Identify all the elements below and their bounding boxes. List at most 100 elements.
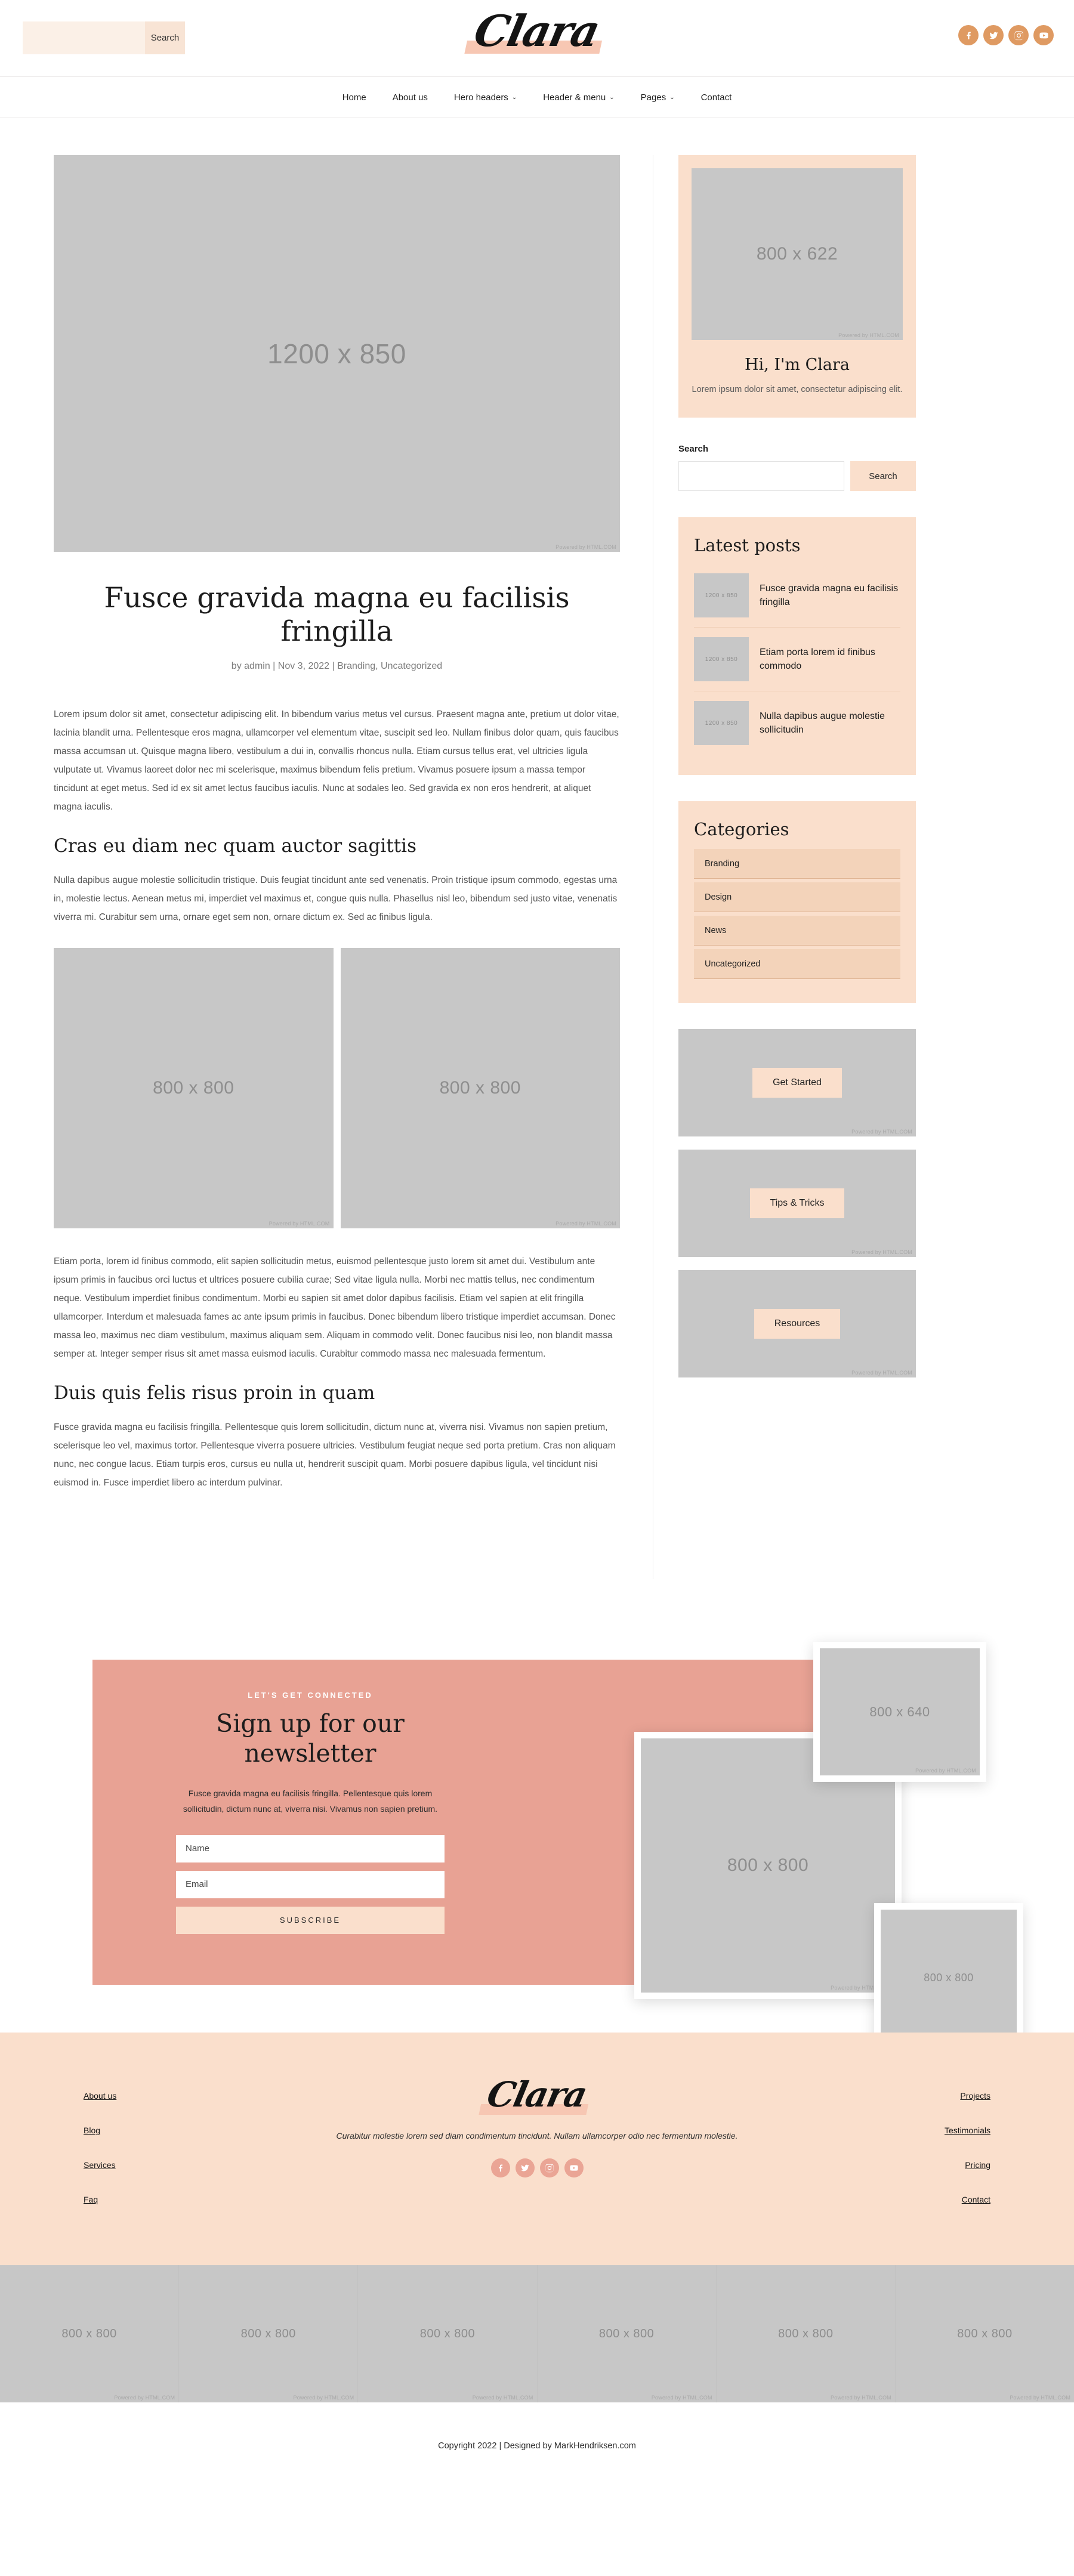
post-paragraph: Nulla dapibus augue molestie sollicitudi…: [54, 875, 618, 923]
latest-posts-heading: Latest posts: [694, 535, 801, 556]
about-me-title: Hi, I'm Clara: [744, 356, 850, 374]
image-powered-label: Powered by HTML.COM: [472, 2395, 533, 2401]
newsletter-image-top: 800 x 640 Powered by HTML.COM: [813, 1642, 986, 1783]
footer-link-projects[interactable]: Projects: [841, 2091, 990, 2101]
image-placeholder-label: 800 x 800: [727, 1855, 809, 1876]
nav-item-pages[interactable]: Pages ⌄: [641, 92, 675, 103]
sidebar-search-button[interactable]: Search: [850, 461, 916, 492]
sidebar: 800 x 622 Powered by HTML.COM Hi, I'm Cl…: [653, 155, 916, 1391]
newsletter-email-input[interactable]: [176, 1870, 445, 1898]
top-search-button[interactable]: Search: [145, 21, 185, 54]
widget-about-me: 800 x 622 Powered by HTML.COM Hi, I'm Cl…: [678, 155, 916, 418]
newsletter-name-input[interactable]: [176, 1834, 445, 1862]
gallery-image: 800 x 800 Powered by HTML.COM: [0, 2265, 180, 2403]
nav-label: Pages: [640, 92, 666, 103]
about-me-text: Lorem ipsum dolor sit amet, consectetur …: [692, 385, 903, 394]
widget-cta-get-started: Get Started Powered by HTML.COM: [678, 1029, 916, 1137]
twitter-icon[interactable]: [983, 25, 1004, 45]
cta-banner-image: Get Started Powered by HTML.COM: [678, 1029, 916, 1137]
list-item[interactable]: 1200 x 850 Fusce gravida magna eu facili…: [694, 564, 900, 628]
footer-links-right: Projects Testimonials Pricing Contact: [841, 2072, 1020, 2229]
footer-link-contact[interactable]: Contact: [841, 2195, 990, 2204]
newsletter-image-bottom: 800 x 800 Powered by HTML.COM: [874, 1903, 1023, 2053]
post-body: Lorem ipsum dolor sit amet, consectetur …: [54, 705, 620, 1493]
image-placeholder-label: 800 x 800: [61, 2327, 117, 2340]
image-placeholder-label: 800 x 800: [778, 2327, 834, 2340]
chevron-down-icon: ⌄: [511, 94, 517, 101]
footer-gallery: 800 x 800 Powered by HTML.COM 800 x 800 …: [0, 2265, 1074, 2403]
top-search-form: Search: [23, 21, 185, 54]
post-paragraph: Lorem ipsum dolor sit amet, consectetur …: [54, 709, 619, 812]
twitter-icon[interactable]: [515, 2158, 535, 2177]
youtube-icon[interactable]: [564, 2158, 584, 2177]
cta-banner-image: Tips & Tricks Powered by HTML.COM: [678, 1150, 916, 1258]
facebook-icon[interactable]: [958, 25, 979, 45]
post-subheading: Cras eu diam nec quam auctor sagittis: [54, 835, 416, 857]
nav-label: Contact: [700, 92, 732, 103]
widget-latest-posts: Latest posts 1200 x 850 Fusce gravida ma…: [678, 517, 916, 776]
list-item[interactable]: 1200 x 850 Nulla dapibus augue molestie …: [694, 691, 900, 755]
footer-links-left: About us Blog Services Faq: [54, 2072, 233, 2229]
latest-post-thumbnail: 1200 x 850: [694, 573, 749, 618]
categories-heading: Categories: [694, 819, 789, 840]
tips-tricks-button[interactable]: Tips & Tricks: [749, 1188, 845, 1219]
latest-post-title: Fusce gravida magna eu facilisis fringil…: [760, 583, 899, 608]
cta-banner-image: Resources Powered by HTML.COM: [678, 1270, 916, 1378]
copyright-text: Copyright 2022 | Designed by MarkHendrik…: [438, 2441, 636, 2451]
image-powered-label: Powered by HTML.COM: [838, 332, 899, 338]
nav-item-home[interactable]: Home: [342, 92, 366, 103]
footer-logo[interactable]: Clara: [233, 2072, 841, 2115]
image-placeholder-label: 1200 x 850: [705, 592, 738, 599]
nav-item-header-menu[interactable]: Header & menu ⌄: [543, 92, 614, 103]
newsletter-title: Sign up for our newsletter: [176, 1708, 445, 1769]
top-social-links: [958, 25, 1054, 45]
category-item-design[interactable]: Design: [694, 882, 900, 913]
sidebar-search-input[interactable]: [678, 461, 844, 492]
gallery-image: 800 x 800 Powered by HTML.COM: [895, 2265, 1074, 2403]
category-item-news[interactable]: News: [694, 916, 900, 946]
footer-link-faq[interactable]: Faq: [84, 2195, 233, 2204]
image-powered-label: Powered by HTML.COM: [555, 544, 616, 550]
post-featured-image: 1200 x 850 Powered by HTML.COM: [54, 155, 620, 552]
widget-cta-resources: Resources Powered by HTML.COM: [678, 1270, 916, 1378]
list-item[interactable]: 1200 x 850 Etiam porta lorem id finibus …: [694, 628, 900, 692]
image-powered-label: Powered by HTML.COM: [268, 1221, 330, 1227]
widget-categories: Categories Branding Design News Uncatego…: [678, 801, 916, 1003]
resources-button[interactable]: Resources: [754, 1309, 841, 1339]
post-paragraph: Fusce gravida magna eu facilisis fringil…: [54, 1422, 616, 1488]
post-paragraph: Etiam porta, lorem id finibus commodo, e…: [54, 1256, 616, 1360]
footer-link-services[interactable]: Services: [84, 2160, 233, 2170]
image-placeholder: 800 x 800 Powered by HTML.COM: [881, 1910, 1017, 2046]
facebook-icon[interactable]: [490, 2158, 510, 2177]
image-powered-label: Powered by HTML.COM: [851, 1370, 912, 1376]
image-placeholder-label: 800 x 800: [598, 2327, 655, 2340]
post-image-left: 800 x 800 Powered by HTML.COM: [54, 948, 334, 1229]
gallery-image: 800 x 800 Powered by HTML.COM: [358, 2265, 538, 2403]
page-root: Search Clara Home About us Hero headers …: [0, 0, 1074, 2489]
get-started-button[interactable]: Get Started: [752, 1068, 842, 1098]
image-powered-label: Powered by HTML.COM: [555, 1221, 616, 1227]
footer-link-pricing[interactable]: Pricing: [841, 2160, 990, 2170]
image-placeholder-label: 800 x 800: [957, 2327, 1013, 2340]
footer-link-about-us[interactable]: About us: [84, 2091, 233, 2101]
content-area: 1200 x 850 Powered by HTML.COM Fusce gra…: [54, 118, 1020, 1580]
youtube-icon[interactable]: [1033, 25, 1054, 45]
instagram-icon[interactable]: [1008, 25, 1029, 45]
latest-post-thumbnail: 1200 x 850: [694, 637, 749, 682]
nav-item-hero-headers[interactable]: Hero headers ⌄: [454, 92, 517, 103]
category-item-branding[interactable]: Branding: [694, 849, 900, 879]
subscribe-button[interactable]: SUBSCRIBE: [176, 1906, 445, 1934]
site-logo[interactable]: Clara: [470, 5, 604, 56]
post-image-right: 800 x 800 Powered by HTML.COM: [340, 948, 620, 1229]
category-item-uncategorized[interactable]: Uncategorized: [694, 949, 900, 980]
footer-link-blog[interactable]: Blog: [84, 2126, 233, 2135]
nav-item-about-us[interactable]: About us: [393, 92, 428, 103]
footer-link-testimonials[interactable]: Testimonials: [841, 2126, 990, 2135]
image-placeholder-label: 800 x 800: [439, 1078, 521, 1098]
top-search-input[interactable]: [23, 21, 145, 54]
instagram-icon[interactable]: [539, 2158, 559, 2177]
nav-item-contact[interactable]: Contact: [701, 92, 732, 103]
chevron-down-icon: ⌄: [609, 94, 615, 101]
image-powered-label: Powered by HTML.COM: [831, 2395, 891, 2401]
site-footer: About us Blog Services Faq Clara Curabit…: [0, 2033, 1074, 2266]
